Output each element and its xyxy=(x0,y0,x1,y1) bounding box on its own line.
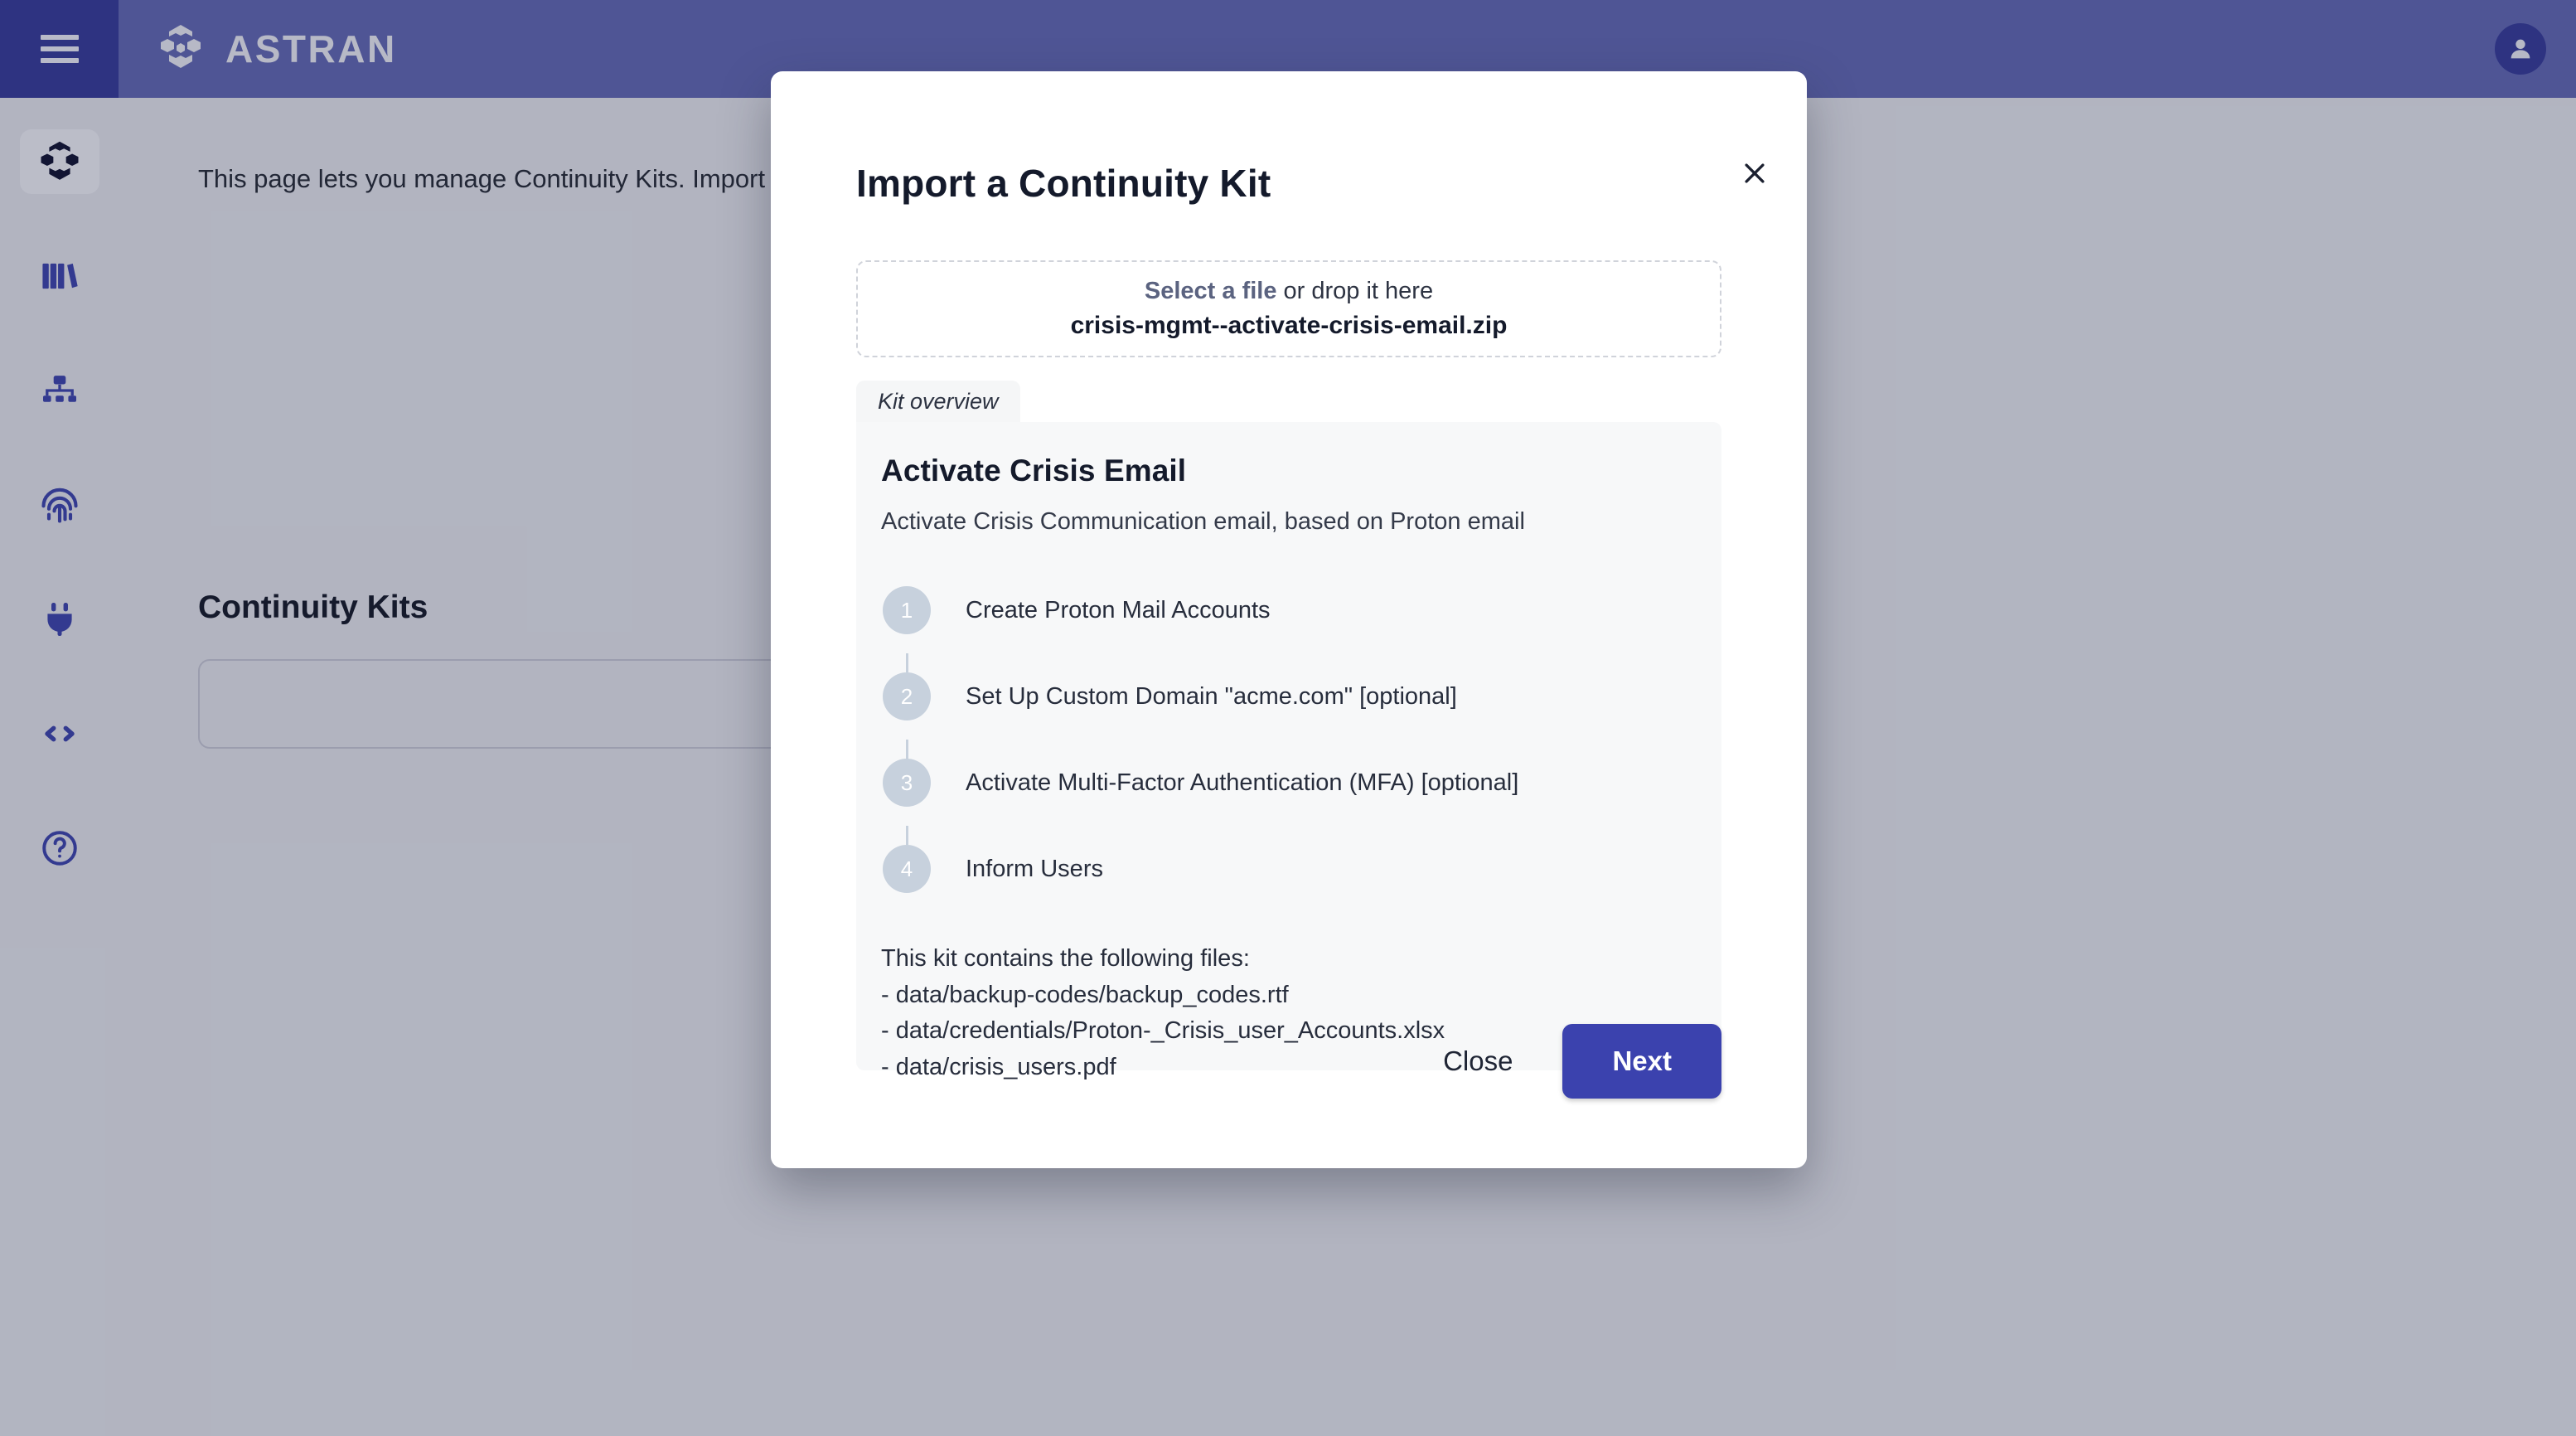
step-number-badge: 2 xyxy=(883,672,931,720)
modal-title: Import a Continuity Kit xyxy=(856,162,1271,205)
list-item: 4 Inform Users xyxy=(881,826,1697,912)
tab-strip: Kit overview xyxy=(856,381,1721,422)
select-file-link[interactable]: Select a file xyxy=(1145,278,1277,304)
dropzone-instruction: Select a file or drop it here xyxy=(1145,278,1433,305)
step-marker: 1 xyxy=(881,586,932,672)
step-marker: 4 xyxy=(881,845,932,893)
import-kit-modal: Import a Continuity Kit Select a file or… xyxy=(771,71,1807,1168)
step-connector xyxy=(906,653,908,672)
kit-title: Activate Crisis Email xyxy=(881,454,1187,488)
step-label: Set Up Custom Domain "acme.com" [optiona… xyxy=(966,682,1457,710)
list-item: 1 Create Proton Mail Accounts xyxy=(881,567,1697,672)
step-number-badge: 4 xyxy=(883,845,931,893)
step-number-badge: 1 xyxy=(883,586,931,634)
kit-subtitle: Activate Crisis Communication email, bas… xyxy=(881,508,1525,535)
step-marker: 2 xyxy=(881,672,932,759)
tab-kit-overview[interactable]: Kit overview xyxy=(856,381,1020,422)
step-label: Activate Multi-Factor Authentication (MF… xyxy=(966,769,1519,796)
cancel-button[interactable]: Close xyxy=(1410,1026,1546,1097)
close-x-icon[interactable] xyxy=(1732,151,1777,196)
selected-file-name: crisis-mgmt--activate-crisis-email.zip xyxy=(1070,312,1508,339)
step-marker: 3 xyxy=(881,759,932,845)
next-button[interactable]: Next xyxy=(1562,1024,1721,1099)
close-icon xyxy=(1745,163,1765,183)
modal-footer: Close Next xyxy=(771,1024,1807,1168)
files-heading: This kit contains the following files: xyxy=(881,945,1250,972)
step-connector xyxy=(906,740,908,759)
dropzone-rest-text: or drop it here xyxy=(1276,278,1434,304)
step-number-badge: 3 xyxy=(883,759,931,807)
list-item: 3 Activate Multi-Factor Authentication (… xyxy=(881,740,1697,845)
step-label: Inform Users xyxy=(966,855,1103,882)
kit-overview-panel: Activate Crisis Email Activate Crisis Co… xyxy=(856,422,1721,1080)
list-item: 2 Set Up Custom Domain "acme.com" [optio… xyxy=(881,653,1697,759)
app-root: ASTRAN This page lets you manage Continu… xyxy=(0,0,2576,1436)
step-connector xyxy=(906,826,908,845)
file-entry: - data/backup-codes/backup_codes.rtf xyxy=(881,981,1289,1008)
kit-steps-list: 1 Create Proton Mail Accounts 2 Set Up C… xyxy=(881,567,1697,912)
kit-overview-section: Kit overview Activate Crisis Email Activ… xyxy=(856,381,1721,1080)
file-dropzone[interactable]: Select a file or drop it here crisis-mgm… xyxy=(856,260,1721,357)
step-label: Create Proton Mail Accounts xyxy=(966,596,1271,623)
